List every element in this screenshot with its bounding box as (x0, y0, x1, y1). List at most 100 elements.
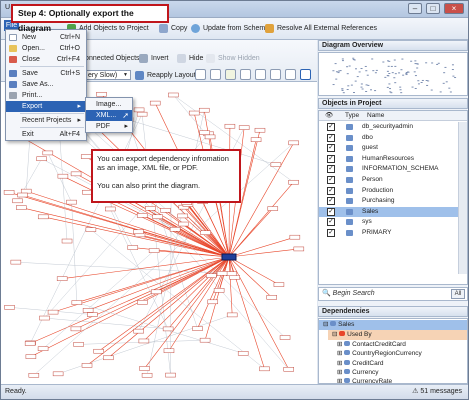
diagram-node[interactable] (279, 335, 291, 340)
zoom-out-icon[interactable] (210, 69, 221, 80)
diagram-node[interactable] (206, 273, 217, 278)
diagram-node[interactable] (188, 110, 200, 116)
diagram-node[interactable] (73, 342, 84, 347)
selected-node-sales[interactable] (221, 253, 237, 261)
checkbox[interactable]: ✓ (327, 133, 335, 142)
diagram-node[interactable] (39, 315, 50, 321)
checkbox[interactable]: ✓ (327, 207, 335, 216)
diagram-node[interactable] (226, 312, 238, 318)
checkbox[interactable]: ✓ (327, 123, 335, 131)
checkbox[interactable]: ✓ (327, 144, 335, 153)
diagram-node[interactable] (162, 326, 174, 332)
diagram-node[interactable] (177, 221, 189, 227)
diagram-node[interactable] (137, 300, 148, 305)
diagram-node[interactable] (267, 206, 279, 211)
dependency-root[interactable]: ⊟ Sales (319, 320, 467, 330)
diagram-node[interactable] (273, 282, 285, 287)
diagram-node[interactable] (133, 229, 144, 235)
diagram-node[interactable] (17, 192, 28, 198)
checkbox[interactable]: ✓ (327, 229, 335, 237)
diagram-node[interactable] (36, 156, 47, 162)
diagram-node[interactable] (237, 351, 249, 356)
menu-item-close[interactable]: Close Ctrl+F4 (6, 54, 86, 65)
diagram-node[interactable] (192, 326, 203, 331)
diagram-node[interactable] (238, 125, 250, 130)
diagram-node[interactable] (160, 208, 171, 213)
object-row[interactable]: ✓ Person (319, 175, 467, 185)
object-row[interactable]: ✓ INFORMATION_SCHEMA (319, 164, 467, 174)
status-messages[interactable]: ⚠ 51 messages (412, 385, 462, 399)
diagram-node[interactable] (148, 248, 160, 253)
dependency-used-by[interactable]: ⊟ Used By (328, 330, 467, 340)
diagram-node[interactable] (259, 366, 270, 372)
show-hidden-button[interactable]: Show Hidden (206, 54, 260, 63)
checkbox[interactable]: ✓ (327, 154, 335, 163)
checkbox[interactable]: ✓ (327, 186, 335, 195)
menu-item-save-as[interactable]: Save As... (6, 79, 86, 90)
diagram-node[interactable] (16, 205, 27, 210)
checkbox[interactable]: ✓ (327, 197, 335, 206)
object-row[interactable]: ✓ guest (319, 143, 467, 153)
diagram-node[interactable] (133, 328, 144, 334)
menu-item-open[interactable]: Open... Ctrl+O (6, 43, 86, 54)
diagram-node[interactable] (93, 348, 104, 354)
diagram-node[interactable] (52, 371, 64, 377)
diagram-node[interactable] (213, 288, 225, 293)
minimize-button[interactable]: – (408, 3, 422, 14)
diagram-node[interactable] (3, 190, 15, 195)
diagram-node[interactable] (141, 372, 153, 378)
diagram-node[interactable] (42, 150, 54, 156)
export-pdf-item[interactable]: PDF ▸ (86, 121, 132, 132)
hide-button[interactable]: Hide (177, 54, 203, 63)
diagram-node[interactable] (283, 367, 294, 372)
search-box[interactable]: 🔍 Begin Search All (318, 287, 468, 301)
dependency-item[interactable]: ⊞ CurrencyRate (337, 377, 467, 383)
close-window-button[interactable]: × (444, 3, 464, 14)
object-row[interactable]: ✓ db_securityadmin (319, 122, 467, 132)
object-row[interactable]: ✓ PRIMARY (319, 228, 467, 238)
diagram-node[interactable] (149, 100, 161, 106)
object-row[interactable]: ✓ Purchasing (319, 196, 467, 206)
diagram-node[interactable] (177, 213, 188, 219)
update-from-schema-button[interactable]: Update from Schema (191, 24, 269, 33)
object-row[interactable]: ✓ dbo (319, 132, 467, 143)
diagram-node[interactable] (225, 271, 237, 276)
diagram-node[interactable] (37, 346, 49, 351)
diagram-node[interactable] (138, 338, 150, 344)
diagram-node[interactable] (80, 154, 92, 159)
diagram-node[interactable] (57, 173, 69, 179)
diagram-node[interactable] (12, 198, 23, 204)
diagram-node[interactable] (66, 199, 77, 205)
invert-button[interactable]: Invert (139, 54, 169, 63)
diagram-node[interactable] (266, 295, 277, 300)
diagram-node[interactable] (127, 245, 139, 250)
checkbox[interactable]: ✓ (327, 176, 335, 184)
zoom-in-icon[interactable] (225, 69, 236, 80)
object-row[interactable]: ✓ HumanResources (319, 153, 467, 164)
checkbox[interactable]: ✓ (327, 165, 335, 174)
diagram-node[interactable] (24, 341, 36, 346)
print-icon[interactable] (285, 69, 296, 80)
diagram-node[interactable] (151, 289, 162, 295)
diagram-node[interactable] (81, 363, 93, 368)
settings-icon[interactable] (300, 69, 311, 80)
object-row[interactable]: ✓ Production (319, 185, 467, 196)
diagram-node[interactable] (25, 354, 37, 359)
diagram-node[interactable] (250, 137, 262, 142)
pan-tool-icon[interactable] (270, 69, 281, 80)
export-xml-item[interactable]: XML... ➚ (86, 110, 132, 121)
diagram-node[interactable] (85, 227, 97, 232)
diagram-node[interactable] (199, 130, 210, 135)
diagram-node[interactable] (70, 326, 82, 332)
diagram-node[interactable] (136, 213, 148, 218)
diagram-node[interactable] (20, 188, 32, 194)
diagram-node[interactable] (10, 259, 22, 265)
menu-item-recent-projects[interactable]: Recent Projects ▸ (6, 115, 86, 126)
diagram-node[interactable] (254, 127, 266, 133)
diagram-node[interactable] (133, 107, 145, 113)
reapply-layout-button[interactable]: Reapply Layout (135, 71, 196, 80)
diagram-node[interactable] (139, 366, 150, 371)
diagram-node[interactable] (216, 271, 228, 276)
diagram-node[interactable] (145, 206, 156, 211)
diagram-node[interactable] (289, 234, 301, 240)
